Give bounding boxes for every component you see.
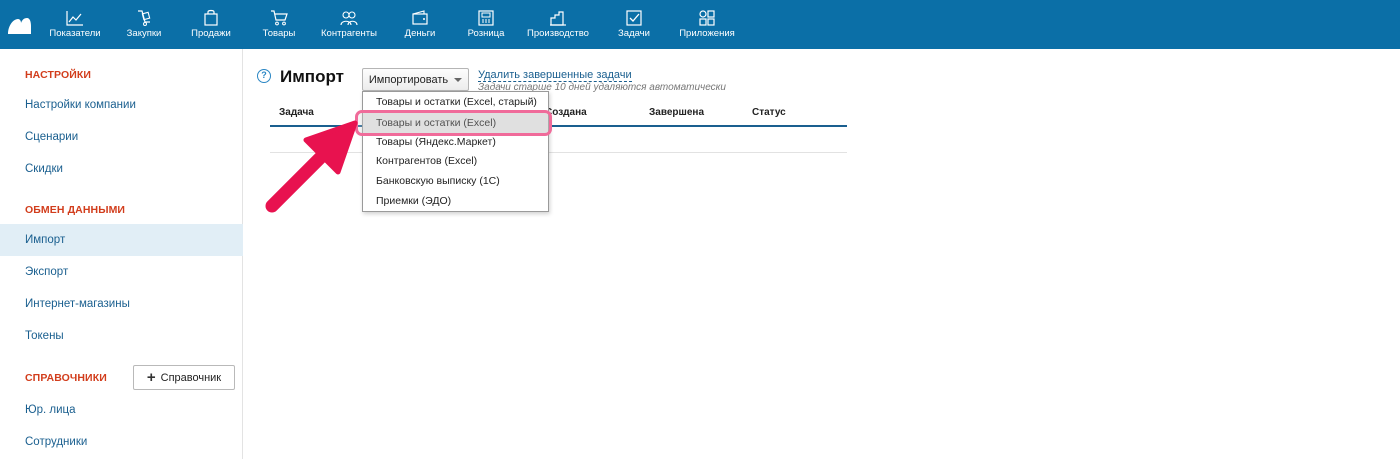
register-icon (476, 9, 496, 27)
pointer-arrow-icon (265, 120, 358, 213)
nav-item-sales[interactable]: Продажи (186, 9, 236, 45)
nav-label: Закупки (126, 28, 162, 39)
add-reference-button[interactable]: + Справочник (133, 365, 235, 390)
checkbox-icon (624, 9, 644, 27)
nav-label: Продажи (191, 28, 231, 39)
nav-item-money[interactable]: Деньги (401, 9, 439, 45)
chart-icon (65, 9, 85, 27)
column-header-status: Статус (752, 107, 786, 118)
menu-item-receipts-edo[interactable]: Приемки (ЭДО) (363, 191, 548, 211)
top-navigation: Показатели Закупки Продажи Товары Контра… (0, 0, 1400, 49)
highlight-ring (355, 110, 552, 136)
sidebar-item-export[interactable]: Экспорт (0, 256, 243, 288)
cart-dolly-icon (134, 9, 154, 27)
import-button-label: Импортировать (368, 73, 449, 86)
sidebar-item-employees[interactable]: Сотрудники (0, 426, 243, 458)
section-heading-settings: НАСТРОЙКИ (25, 69, 92, 81)
import-dropdown-button[interactable]: Импортировать (362, 68, 469, 91)
nav-label: Задачи (618, 28, 650, 39)
factory-icon (548, 9, 568, 27)
help-icon[interactable]: ? (257, 69, 271, 83)
logo-icon[interactable] (6, 14, 32, 36)
column-header-task: Задача (279, 107, 314, 118)
nav-item-indicators[interactable]: Показатели (46, 9, 104, 45)
menu-item-bank-statement-1c[interactable]: Банковскую выписку (1С) (363, 171, 548, 191)
section-heading-references: СПРАВОЧНИКИ (25, 372, 107, 384)
sidebar-item-import[interactable]: Импорт (0, 224, 243, 256)
nav-item-tasks[interactable]: Задачи (615, 9, 653, 45)
sidebar-item-scenarios[interactable]: Сценарии (0, 121, 243, 153)
wallet-icon (410, 9, 430, 27)
sidebar-item-tokens[interactable]: Токены (0, 320, 243, 352)
nav-item-production[interactable]: Производство (524, 9, 592, 45)
section-heading-exchange: ОБМЕН ДАННЫМИ (25, 204, 126, 216)
nav-label: Приложения (679, 28, 735, 39)
nav-label: Товары (262, 28, 296, 39)
apps-icon (697, 9, 717, 27)
nav-label: Показатели (49, 28, 101, 39)
nav-item-counterparties[interactable]: Контрагенты (318, 9, 380, 45)
nav-label: Деньги (404, 28, 436, 39)
nav-label: Контрагенты (321, 28, 377, 39)
add-reference-label: Справочник (160, 371, 222, 384)
sidebar-item-legal-entities[interactable]: Юр. лица (0, 394, 243, 426)
sidebar-item-online-stores[interactable]: Интернет-магазины (0, 288, 243, 320)
column-header-completed: Завершена (649, 107, 705, 118)
nav-label: Производство (527, 28, 589, 39)
cart-icon (269, 9, 289, 27)
sidebar-item-company-settings[interactable]: Настройки компании (0, 89, 243, 121)
page-title: Импорт (280, 67, 344, 86)
nav-item-goods[interactable]: Товары (257, 9, 301, 45)
nav-label: Розница (467, 28, 505, 39)
bag-icon (201, 9, 221, 27)
plus-icon: + (146, 369, 156, 386)
menu-item-counterparties-excel[interactable]: Контрагентов (Excel) (363, 151, 548, 171)
nav-item-apps[interactable]: Приложения (677, 9, 737, 45)
nav-item-purchases[interactable]: Закупки (120, 9, 168, 45)
menu-item-goods-stock-excel-old[interactable]: Товары и остатки (Excel, старый) (363, 92, 548, 112)
sidebar-item-discounts[interactable]: Скидки (0, 153, 243, 185)
sidebar: НАСТРОЙКИ Настройки компании Сценарии Ск… (0, 49, 243, 459)
nav-item-retail[interactable]: Розница (464, 9, 508, 45)
users-icon (339, 9, 359, 27)
delete-completed-tasks-link[interactable]: Удалить завершенные задачи (478, 69, 632, 82)
chevron-down-icon (454, 78, 463, 82)
